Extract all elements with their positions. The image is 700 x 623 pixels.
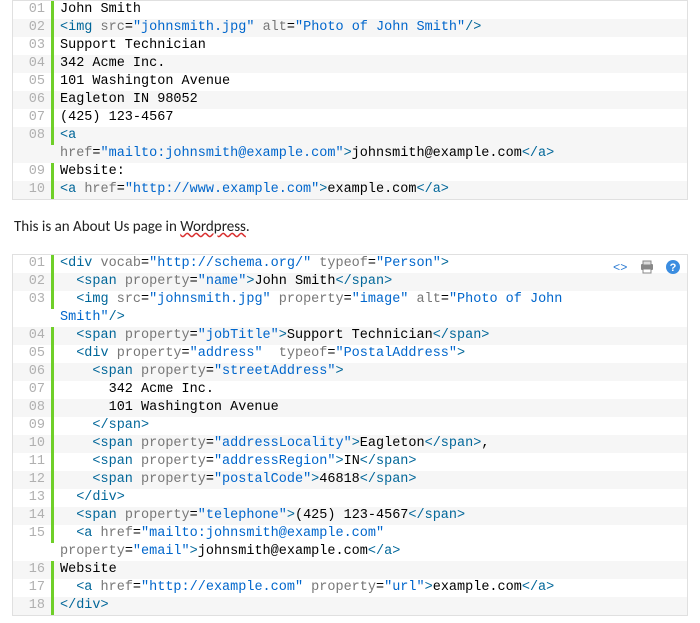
line-number: 04 — [13, 327, 54, 345]
line-number: 14 — [13, 507, 54, 525]
code-content: <span property="jobTitle">Support Techni… — [54, 327, 687, 345]
code-content: <div vocab="http://schema.org/" typeof="… — [54, 255, 687, 273]
line-number: 12 — [13, 471, 54, 489]
code-line: 12 <span property="postalCode">46818</sp… — [13, 471, 687, 489]
code-content: <div property="address" typeof="PostalAd… — [54, 345, 687, 363]
code-line: 07(425) 123-4567 — [13, 109, 687, 127]
line-number: 16 — [13, 561, 54, 579]
line-number: 03 — [13, 37, 54, 55]
svg-text:<>: <> — [613, 261, 627, 275]
code-line: 02 <span property="name">John Smith</spa… — [13, 273, 687, 291]
code-line: 13 </div> — [13, 489, 687, 507]
code-line: 06 <span property="streetAddress"> — [13, 363, 687, 381]
code-toolbar: <> ? — [613, 259, 681, 275]
caption-after: . — [246, 218, 250, 236]
code-content: <a href="mailto:johnsmith@example.com" p… — [54, 525, 687, 561]
code-content: </div> — [54, 489, 687, 507]
code-line: 18</div> — [13, 597, 687, 615]
line-number: 13 — [13, 489, 54, 507]
line-number: 02 — [13, 19, 54, 37]
code-content: <span property="addressLocality">Eagleto… — [54, 435, 687, 453]
code-content: <a href="http://example.com" property="u… — [54, 579, 687, 597]
code-line: 05101 Washington Avenue — [13, 73, 687, 91]
caption: This is an About Us page in Wordpress. — [14, 218, 686, 236]
code-line: 16Website — [13, 561, 687, 579]
line-number: 06 — [13, 363, 54, 381]
code-content: </span> — [54, 417, 687, 435]
line-number: 04 — [13, 55, 54, 73]
line-number: 10 — [13, 435, 54, 453]
caption-underlined: Wordpress — [180, 218, 246, 236]
line-number: 02 — [13, 273, 54, 291]
code-content: <img src="johnsmith.jpg" alt="Photo of J… — [54, 19, 687, 37]
code-content: John Smith — [54, 1, 687, 19]
code-line: 04342 Acme Inc. — [13, 55, 687, 73]
line-number: 07 — [13, 109, 54, 127]
code-line: 04 <span property="jobTitle">Support Tec… — [13, 327, 687, 345]
code-content: Eagleton IN 98052 — [54, 91, 687, 109]
code-line: 08 101 Washington Avenue — [13, 399, 687, 417]
code-content: (425) 123-4567 — [54, 109, 687, 127]
code-line: 03Support Technician — [13, 37, 687, 55]
caption-before: This is an About Us page in — [14, 218, 180, 236]
code-line: 03 <img src="johnsmith.jpg" property="im… — [13, 291, 687, 327]
line-number: 08 — [13, 127, 54, 145]
line-number: 07 — [13, 381, 54, 399]
code-content: 342 Acme Inc. — [54, 55, 687, 73]
code-content: <span property="streetAddress"> — [54, 363, 687, 381]
line-number: 05 — [13, 73, 54, 91]
line-number: 09 — [13, 163, 54, 181]
code-block-2: <> ? 01<div vocab="http://schema.org/" t… — [12, 254, 688, 616]
line-number: 03 — [13, 291, 54, 309]
code-line: 05 <div property="address" typeof="Posta… — [13, 345, 687, 363]
code-line: 06Eagleton IN 98052 — [13, 91, 687, 109]
line-number: 01 — [13, 1, 54, 19]
line-number: 09 — [13, 417, 54, 435]
code-content: 101 Washington Avenue — [54, 73, 687, 91]
print-icon[interactable] — [639, 259, 655, 275]
code-line: 11 <span property="addressRegion">IN</sp… — [13, 453, 687, 471]
code-line: 10<a href="http://www.example.com">examp… — [13, 181, 687, 199]
help-icon[interactable]: ? — [665, 259, 681, 275]
code-content: Support Technician — [54, 37, 687, 55]
code-block-1: 01John Smith02<img src="johnsmith.jpg" a… — [12, 0, 688, 200]
code-content: <span property="addressRegion">IN</span> — [54, 453, 687, 471]
line-number: 08 — [13, 399, 54, 417]
code-line: 01John Smith — [13, 1, 687, 19]
code-content: </div> — [54, 597, 687, 615]
code-line: 15 <a href="mailto:johnsmith@example.com… — [13, 525, 687, 561]
code-content: 101 Washington Avenue — [54, 399, 687, 417]
code-content: <span property="telephone">(425) 123-456… — [54, 507, 687, 525]
svg-text:?: ? — [670, 262, 677, 274]
code-content: Website: — [54, 163, 687, 181]
code-content: Website — [54, 561, 687, 579]
code-content: <span property="postalCode">46818</span> — [54, 471, 687, 489]
code-content: <a href="mailto:johnsmith@example.com">j… — [54, 127, 687, 163]
code-content: 342 Acme Inc. — [54, 381, 687, 399]
code-content: <a href="http://www.example.com">example… — [54, 181, 687, 199]
line-number: 15 — [13, 525, 54, 543]
view-source-icon[interactable]: <> — [613, 259, 629, 275]
code-line: 09Website: — [13, 163, 687, 181]
line-number: 18 — [13, 597, 54, 615]
code-line: 01<div vocab="http://schema.org/" typeof… — [13, 255, 687, 273]
line-number: 11 — [13, 453, 54, 471]
line-number: 05 — [13, 345, 54, 363]
line-number: 01 — [13, 255, 54, 273]
code-content: <img src="johnsmith.jpg" property="image… — [54, 291, 687, 327]
line-number: 17 — [13, 579, 54, 597]
code-line: 07 342 Acme Inc. — [13, 381, 687, 399]
code-line: 09 </span> — [13, 417, 687, 435]
code-content: <span property="name">John Smith</span> — [54, 273, 687, 291]
code-line: 10 <span property="addressLocality">Eagl… — [13, 435, 687, 453]
code-line: 02<img src="johnsmith.jpg" alt="Photo of… — [13, 19, 687, 37]
line-number: 10 — [13, 181, 54, 199]
code-line: 08<a href="mailto:johnsmith@example.com"… — [13, 127, 687, 163]
line-number: 06 — [13, 91, 54, 109]
code-line: 14 <span property="telephone">(425) 123-… — [13, 507, 687, 525]
code-line: 17 <a href="http://example.com" property… — [13, 579, 687, 597]
